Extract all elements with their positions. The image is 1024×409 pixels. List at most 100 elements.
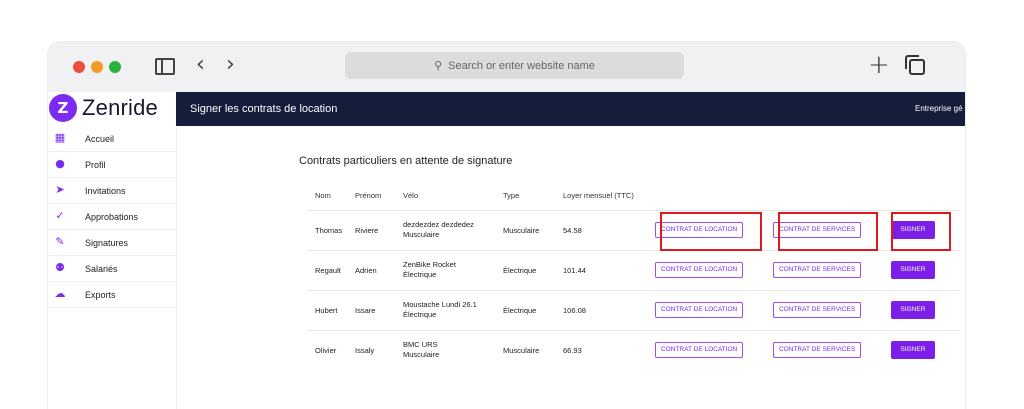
- cloud-download-icon: ☁: [54, 287, 66, 300]
- cell-sign: SIGNER: [891, 249, 961, 290]
- sidebar-item-signatures[interactable]: ✎ Signatures: [48, 230, 176, 256]
- tab-overview-icon[interactable]: [905, 55, 925, 75]
- forward-arrow-icon[interactable]: ›: [226, 54, 235, 76]
- cell-prenom: Riviere: [355, 209, 403, 250]
- sidebar-item-profil[interactable]: ● Profil: [48, 152, 176, 178]
- group-icon: ⚉: [55, 261, 65, 274]
- cell-velo: Moustache Lundi 26.1 Électrique: [403, 289, 503, 330]
- page-title: Signer les contrats de location: [190, 103, 338, 115]
- column-header-type: Type: [503, 191, 520, 201]
- sidebar-item-approbations[interactable]: ✓ Approbations: [48, 204, 176, 230]
- sidebar-item-exports[interactable]: ☁ Exports: [48, 282, 176, 308]
- column-header-velo: Vélo: [403, 191, 419, 201]
- company-menu[interactable]: Entreprise gé: [915, 104, 963, 113]
- table-header-row: Nom Prénom Vélo Type Loyer mensuel (TTC): [307, 182, 961, 210]
- contrat-services-button[interactable]: CONTRAT DE SERVICES: [773, 262, 862, 278]
- cell-velo: dezdezdez dezdedez Musculaire: [403, 209, 503, 250]
- cell-location: CONTRAT DE LOCATION: [655, 249, 773, 290]
- velo-model: Moustache Lundi 26.1: [403, 300, 477, 309]
- section-title: Contrats particuliers en attente de sign…: [299, 155, 513, 167]
- maximize-window-button[interactable]: [109, 61, 121, 73]
- velo-type: Électrique: [403, 310, 437, 319]
- new-tab-icon[interactable]: +: [868, 52, 890, 78]
- cell-type: Musculaire: [503, 329, 563, 370]
- sidebar-menu: ▦ Accueil ● Profil ➤ Invitations ✓ Appro…: [48, 126, 176, 308]
- contracts-table: Nom Prénom Vélo Type Loyer mensuel (TTC): [307, 182, 961, 370]
- browser-toolbar: ‹ › ⚲ Search or enter website name +: [48, 42, 965, 92]
- sidebar-item-label: Invitations: [85, 185, 126, 196]
- cell-sign: SIGNER: [891, 329, 961, 370]
- sidebar-item-label: Salariés: [85, 263, 118, 274]
- sidebar-toggle-icon[interactable]: [155, 58, 175, 75]
- check-icon: ✓: [55, 209, 65, 222]
- velo-model: dezdezdez dezdedez: [403, 220, 474, 229]
- table-row: Hubert Issare Moustache Lundi 26.1 Élect…: [307, 289, 961, 330]
- minimize-window-button[interactable]: [91, 61, 103, 73]
- contrat-location-button[interactable]: CONTRAT DE LOCATION: [655, 302, 744, 318]
- column-header-empty: [655, 182, 773, 210]
- cell-loyer: 66.93: [563, 329, 655, 370]
- velo-model: BMC URS: [403, 340, 438, 350]
- cell-prenom: Issare: [355, 289, 403, 330]
- cell-velo: ZenBike Rocket Électrique: [403, 249, 503, 290]
- cell-nom: Hubert: [307, 289, 355, 330]
- column-header-nom: Nom: [315, 191, 331, 201]
- cell-services: CONTRAT DE SERVICES: [773, 329, 891, 370]
- highlight-location-box: [660, 212, 762, 251]
- brand[interactable]: Z Zenride: [48, 92, 176, 124]
- highlight-sign-box: [891, 212, 951, 251]
- sidebar-item-label: Profil: [85, 159, 106, 170]
- cell-type: Électrique: [503, 249, 563, 290]
- send-icon: ➤: [55, 183, 65, 196]
- cell-prenom: Issaly: [355, 329, 403, 370]
- velo-type: Musculaire: [403, 350, 440, 360]
- zenride-logo-icon: Z: [49, 94, 77, 122]
- close-window-button[interactable]: [73, 61, 85, 73]
- cell-velo: BMC URS Musculaire: [403, 329, 503, 370]
- sidebar: Z Zenride ▦ Accueil ● Profil ➤ Invitatio…: [48, 92, 176, 409]
- cell-loyer: 106.08: [563, 289, 655, 330]
- address-bar-placeholder: Search or enter website name: [448, 59, 595, 72]
- dashboard-icon: ▦: [54, 131, 66, 144]
- column-header-prenom: Prénom: [355, 191, 382, 201]
- cell-loyer: 54.58: [563, 209, 655, 250]
- column-header-empty: [891, 182, 961, 210]
- cell-nom: Olivier: [307, 329, 355, 370]
- cell-prenom: Adrien: [355, 249, 403, 290]
- sidebar-item-label: Approbations: [85, 211, 139, 222]
- signer-button[interactable]: SIGNER: [891, 301, 935, 319]
- search-icon: ⚲: [434, 59, 443, 72]
- cell-type: Musculaire: [503, 209, 563, 250]
- cell-nom: Regault: [307, 249, 355, 290]
- cell-services: CONTRAT DE SERVICES: [773, 249, 891, 290]
- velo-type: Musculaire: [403, 230, 440, 239]
- column-header-loyer: Loyer mensuel (TTC): [563, 191, 634, 201]
- table-row: Regault Adrien ZenBike Rocket Électrique…: [307, 249, 961, 290]
- contrat-location-button[interactable]: CONTRAT DE LOCATION: [655, 342, 744, 359]
- cell-location: CONTRAT DE LOCATION: [655, 289, 773, 330]
- velo-model: ZenBike Rocket: [403, 260, 456, 269]
- cell-sign: SIGNER: [891, 289, 961, 330]
- contrat-services-button[interactable]: CONTRAT DE SERVICES: [773, 302, 862, 318]
- cell-location: CONTRAT DE LOCATION: [655, 329, 773, 370]
- address-bar[interactable]: ⚲ Search or enter website name: [345, 52, 684, 79]
- screenshot-stage: ‹ › ⚲ Search or enter website name + Z Z…: [0, 0, 1024, 409]
- highlight-services-box: [778, 212, 878, 251]
- column-header-empty: [773, 182, 891, 210]
- contrat-services-button[interactable]: CONTRAT DE SERVICES: [773, 342, 862, 359]
- cell-type: Électrique: [503, 289, 563, 330]
- user-icon: ●: [55, 157, 65, 170]
- cell-loyer: 101.44: [563, 249, 655, 290]
- contrat-location-button[interactable]: CONTRAT DE LOCATION: [655, 262, 744, 278]
- back-arrow-icon[interactable]: ‹: [196, 54, 205, 76]
- signer-button[interactable]: SIGNER: [891, 341, 935, 360]
- sidebar-item-salaries[interactable]: ⚉ Salariés: [48, 256, 176, 282]
- brand-name: Zenride: [82, 95, 158, 120]
- sidebar-item-accueil[interactable]: ▦ Accueil: [48, 126, 176, 152]
- signer-button[interactable]: SIGNER: [891, 261, 935, 279]
- pen-icon: ✎: [55, 235, 65, 248]
- sidebar-item-label: Accueil: [85, 133, 115, 144]
- sidebar-item-invitations[interactable]: ➤ Invitations: [48, 178, 176, 204]
- sidebar-item-label: Signatures: [85, 237, 129, 248]
- cell-services: CONTRAT DE SERVICES: [773, 289, 891, 330]
